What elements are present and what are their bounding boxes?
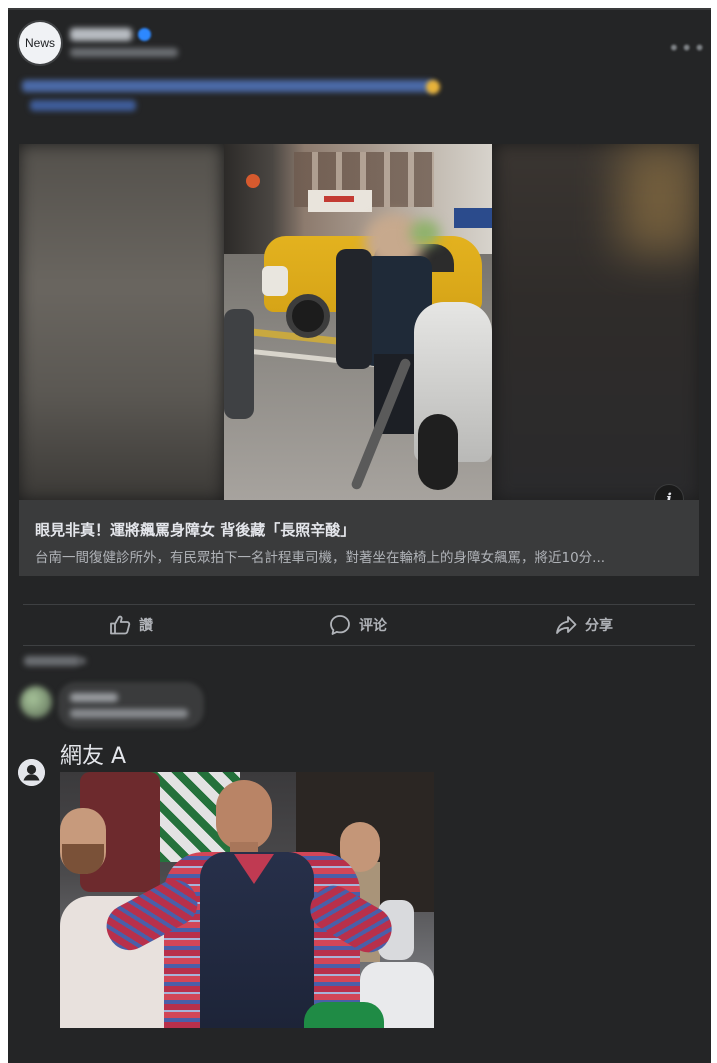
share-button[interactable]: 分享 xyxy=(555,613,613,637)
user-silhouette-icon xyxy=(18,759,45,786)
commenter-avatar-redacted[interactable] xyxy=(20,686,52,718)
link-preview-description: 台南一間復健診所外，有民眾拍下一名計程車司機，對著坐在輪椅上的身障女飆罵，將近1… xyxy=(35,550,606,566)
caption-redacted-line-1 xyxy=(22,80,434,92)
traffic-sign xyxy=(246,174,260,188)
caption-emoji xyxy=(426,80,440,94)
like-button[interactable]: 讚 xyxy=(109,613,153,637)
user-avatar-icon[interactable] xyxy=(18,759,45,786)
commenter-name-redacted[interactable] xyxy=(70,693,118,702)
video-blur-left xyxy=(19,144,223,500)
reply-meme-image[interactable] xyxy=(60,772,434,1028)
action-bar: 讚 评论 分享 xyxy=(23,604,695,646)
share-arrow-icon xyxy=(556,616,577,634)
comment-bubble-redacted xyxy=(58,682,204,728)
page-avatar-label: News xyxy=(24,36,55,50)
meme-bearded-man-beard xyxy=(62,844,104,874)
caption-redacted-line-2[interactable] xyxy=(30,100,136,111)
meme-green-shirt-bottom xyxy=(304,1002,384,1028)
chevron-down-icon[interactable] xyxy=(78,658,86,664)
like-thumb-icon xyxy=(110,615,131,635)
page-avatar[interactable]: News xyxy=(19,22,61,64)
scooter-right-wheel xyxy=(418,414,458,490)
share-label: 分享 xyxy=(585,618,613,634)
more-options-icon[interactable]: ••• xyxy=(668,36,706,60)
comment-button[interactable]: 评论 xyxy=(329,613,387,637)
link-preview-title[interactable]: 眼見非真！運將飆罵身障女 背後藏「長照辛酸」 xyxy=(35,519,355,540)
blue-sign xyxy=(454,208,492,228)
post-card: News ••• i 眼見非真！運將飆罵身障女 背後藏「長照辛酸」 台南一間復健… xyxy=(8,8,711,1063)
page-name-redacted[interactable] xyxy=(70,28,132,41)
reply-author-name[interactable]: 網友 A xyxy=(60,738,126,770)
taxi-bumper xyxy=(262,266,288,296)
video-frame-content xyxy=(224,144,492,500)
video-blur-glow xyxy=(619,144,699,254)
scooter-left xyxy=(224,309,254,419)
taxi-wheel xyxy=(286,294,330,338)
verified-badge-icon xyxy=(138,28,151,41)
timestamp-redacted[interactable] xyxy=(70,48,178,57)
meme-main-man-head xyxy=(216,780,272,850)
comment-text-redacted xyxy=(70,709,188,718)
link-preview[interactable]: 眼見非真！運將飆罵身障女 背後藏「長照辛酸」 台南一間復健診所外，有民眾拍下一名… xyxy=(19,500,699,576)
like-label: 讚 xyxy=(139,618,153,634)
shop-sign-red xyxy=(324,196,354,202)
video-player[interactable] xyxy=(19,144,699,500)
comment-bubble-icon xyxy=(330,615,350,635)
green-blur xyxy=(410,220,440,246)
second-person xyxy=(336,249,372,369)
comment-sort-redacted[interactable] xyxy=(24,656,80,666)
comment-label: 评论 xyxy=(359,618,387,634)
